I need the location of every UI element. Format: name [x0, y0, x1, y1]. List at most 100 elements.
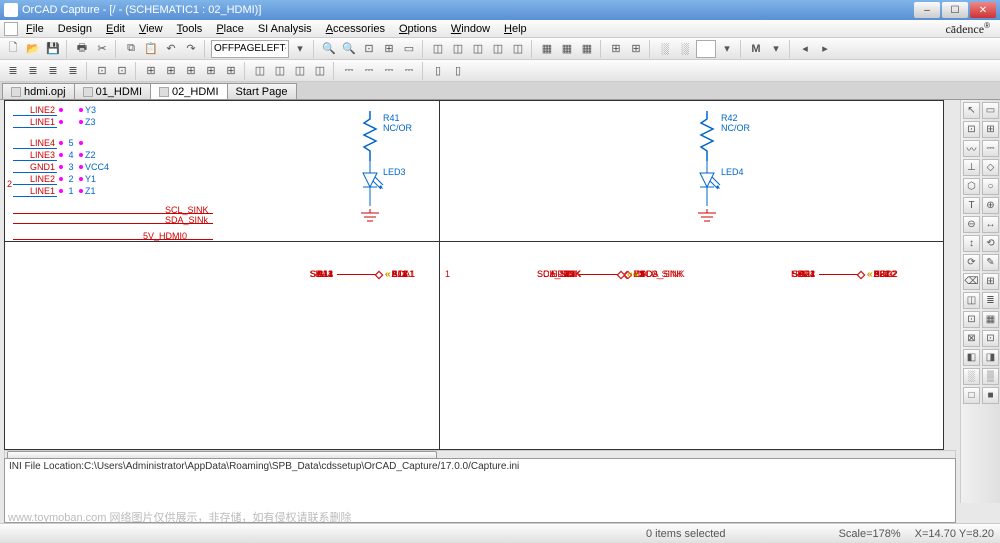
save-icon[interactable]: 💾 [44, 40, 62, 58]
cut-icon[interactable]: ✂ [93, 40, 111, 58]
tool-j-icon[interactable]: ⊞ [627, 40, 645, 58]
palette-tool-21[interactable]: ≣ [982, 292, 999, 309]
menu-options[interactable]: Options [393, 22, 443, 36]
palette-tool-20[interactable]: ◫ [963, 292, 980, 309]
palette-tool-26[interactable]: ◧ [963, 349, 980, 366]
tab-project[interactable]: hdmi.opj [2, 83, 75, 99]
menu-si[interactable]: SI Analysis [252, 22, 318, 36]
tb2-q-icon[interactable]: ⎓ [360, 62, 378, 80]
close-button[interactable]: ✕ [970, 2, 996, 18]
open-icon[interactable]: 📂 [24, 40, 42, 58]
palette-tool-0[interactable]: ↖ [963, 102, 980, 119]
tb2-o-icon[interactable]: ◫ [311, 62, 329, 80]
tb2-r-icon[interactable]: ⎓ [380, 62, 398, 80]
palette-tool-18[interactable]: ⌫ [963, 273, 980, 290]
palette-tool-5[interactable]: ⎓ [982, 140, 999, 157]
tb2-c-icon[interactable]: ≣ [44, 62, 62, 80]
zoom-area-icon[interactable]: ⊞ [380, 40, 398, 58]
copy-icon[interactable]: ⧉ [122, 40, 140, 58]
undo-icon[interactable]: ↶ [162, 40, 180, 58]
tb2-m-icon[interactable]: ◫ [271, 62, 289, 80]
zoom-fit-icon[interactable]: ⊡ [360, 40, 378, 58]
menu-accessories[interactable]: Accessories [320, 22, 391, 36]
dropdown2-icon[interactable]: ▾ [718, 40, 736, 58]
zoom-in-icon[interactable]: 🔍 [320, 40, 338, 58]
palette-tool-23[interactable]: ▦ [982, 311, 999, 328]
palette-tool-19[interactable]: ⊞ [982, 273, 999, 290]
palette-tool-1[interactable]: ▭ [982, 102, 999, 119]
palette-tool-25[interactable]: ⊡ [982, 330, 999, 347]
tb2-e-icon[interactable]: ⊡ [93, 62, 111, 80]
palette-tool-28[interactable]: ░ [963, 368, 980, 385]
tb2-f-icon[interactable]: ⊡ [113, 62, 131, 80]
zoom-page-icon[interactable]: ▭ [400, 40, 418, 58]
part-combo[interactable] [211, 40, 289, 58]
palette-tool-11[interactable]: ⊕ [982, 197, 999, 214]
palette-tool-4[interactable]: 〰 [963, 140, 980, 157]
tab-start[interactable]: Start Page [227, 83, 297, 99]
menu-tools[interactable]: Tools [171, 22, 209, 36]
palette-tool-12[interactable]: ⊖ [963, 216, 980, 233]
palette-tool-6[interactable]: ⊥ [963, 159, 980, 176]
palette-tool-10[interactable]: T [963, 197, 980, 214]
tab-page1[interactable]: 01_HDMI [74, 83, 151, 99]
nav-next-icon[interactable]: ▸ [816, 40, 834, 58]
redo-icon[interactable]: ↷ [182, 40, 200, 58]
palette-tool-30[interactable]: □ [963, 387, 980, 404]
tool-l-icon[interactable]: ░ [676, 40, 694, 58]
palette-tool-15[interactable]: ⟲ [982, 235, 999, 252]
palette-tool-13[interactable]: ↔ [982, 216, 999, 233]
zoom-out-icon[interactable]: 🔍 [340, 40, 358, 58]
tool-d-icon[interactable]: ◫ [489, 40, 507, 58]
tb2-d-icon[interactable]: ≣ [64, 62, 82, 80]
palette-tool-22[interactable]: ⊡ [963, 311, 980, 328]
tb2-h-icon[interactable]: ⊞ [162, 62, 180, 80]
palette-tool-31[interactable]: ■ [982, 387, 999, 404]
palette-tool-14[interactable]: ↕ [963, 235, 980, 252]
find-drop-icon[interactable]: ▾ [767, 40, 785, 58]
tb2-t-icon[interactable]: ▯ [429, 62, 447, 80]
tool-g-icon[interactable]: ▦ [558, 40, 576, 58]
paste-icon[interactable]: 📋 [142, 40, 160, 58]
palette-tool-3[interactable]: ⊞ [982, 121, 999, 138]
tb2-p-icon[interactable]: ⎓ [340, 62, 358, 80]
menu-edit[interactable]: Edit [100, 22, 131, 36]
tool-a-icon[interactable]: ◫ [429, 40, 447, 58]
tool-h-icon[interactable]: ▦ [578, 40, 596, 58]
tb2-n-icon[interactable]: ◫ [291, 62, 309, 80]
new-icon[interactable]: 🗋 [4, 40, 22, 58]
palette-tool-17[interactable]: ✎ [982, 254, 999, 271]
menu-help[interactable]: Help [498, 22, 533, 36]
menu-place[interactable]: Place [210, 22, 250, 36]
menu-file[interactable]: File [20, 22, 50, 36]
tb2-l-icon[interactable]: ◫ [251, 62, 269, 80]
tool-b-icon[interactable]: ◫ [449, 40, 467, 58]
binoculars-icon[interactable]: M [747, 40, 765, 58]
app-menu-icon[interactable] [4, 22, 18, 36]
minimize-button[interactable]: – [914, 2, 940, 18]
palette-tool-2[interactable]: ⊡ [963, 121, 980, 138]
palette-tool-24[interactable]: ⊠ [963, 330, 980, 347]
tool-e-icon[interactable]: ◫ [509, 40, 527, 58]
menu-view[interactable]: View [133, 22, 169, 36]
tb2-g-icon[interactable]: ⊞ [142, 62, 160, 80]
tb2-j-icon[interactable]: ⊞ [202, 62, 220, 80]
tool-i-icon[interactable]: ⊞ [607, 40, 625, 58]
tool-k-icon[interactable]: ░ [656, 40, 674, 58]
print-icon[interactable]: 🖶 [73, 40, 91, 58]
find-combo[interactable] [696, 40, 716, 58]
tb2-u-icon[interactable]: ▯ [449, 62, 467, 80]
tb2-s-icon[interactable]: ⎓ [400, 62, 418, 80]
tab-page2[interactable]: 02_HDMI [150, 83, 227, 99]
tb2-a-icon[interactable]: ≣ [4, 62, 22, 80]
menu-design[interactable]: Design [52, 22, 98, 36]
tb2-k-icon[interactable]: ⊞ [222, 62, 240, 80]
palette-tool-8[interactable]: ⬡ [963, 178, 980, 195]
tb2-b-icon[interactable]: ≣ [24, 62, 42, 80]
palette-tool-16[interactable]: ⟳ [963, 254, 980, 271]
tool-c-icon[interactable]: ◫ [469, 40, 487, 58]
nav-prev-icon[interactable]: ◂ [796, 40, 814, 58]
palette-tool-7[interactable]: ◇ [982, 159, 999, 176]
schematic-canvas[interactable]: 2 1 LINE2Y3LINE1Z3 LINE45LINE34Z2GND13VC… [4, 100, 944, 450]
palette-tool-27[interactable]: ◨ [982, 349, 999, 366]
